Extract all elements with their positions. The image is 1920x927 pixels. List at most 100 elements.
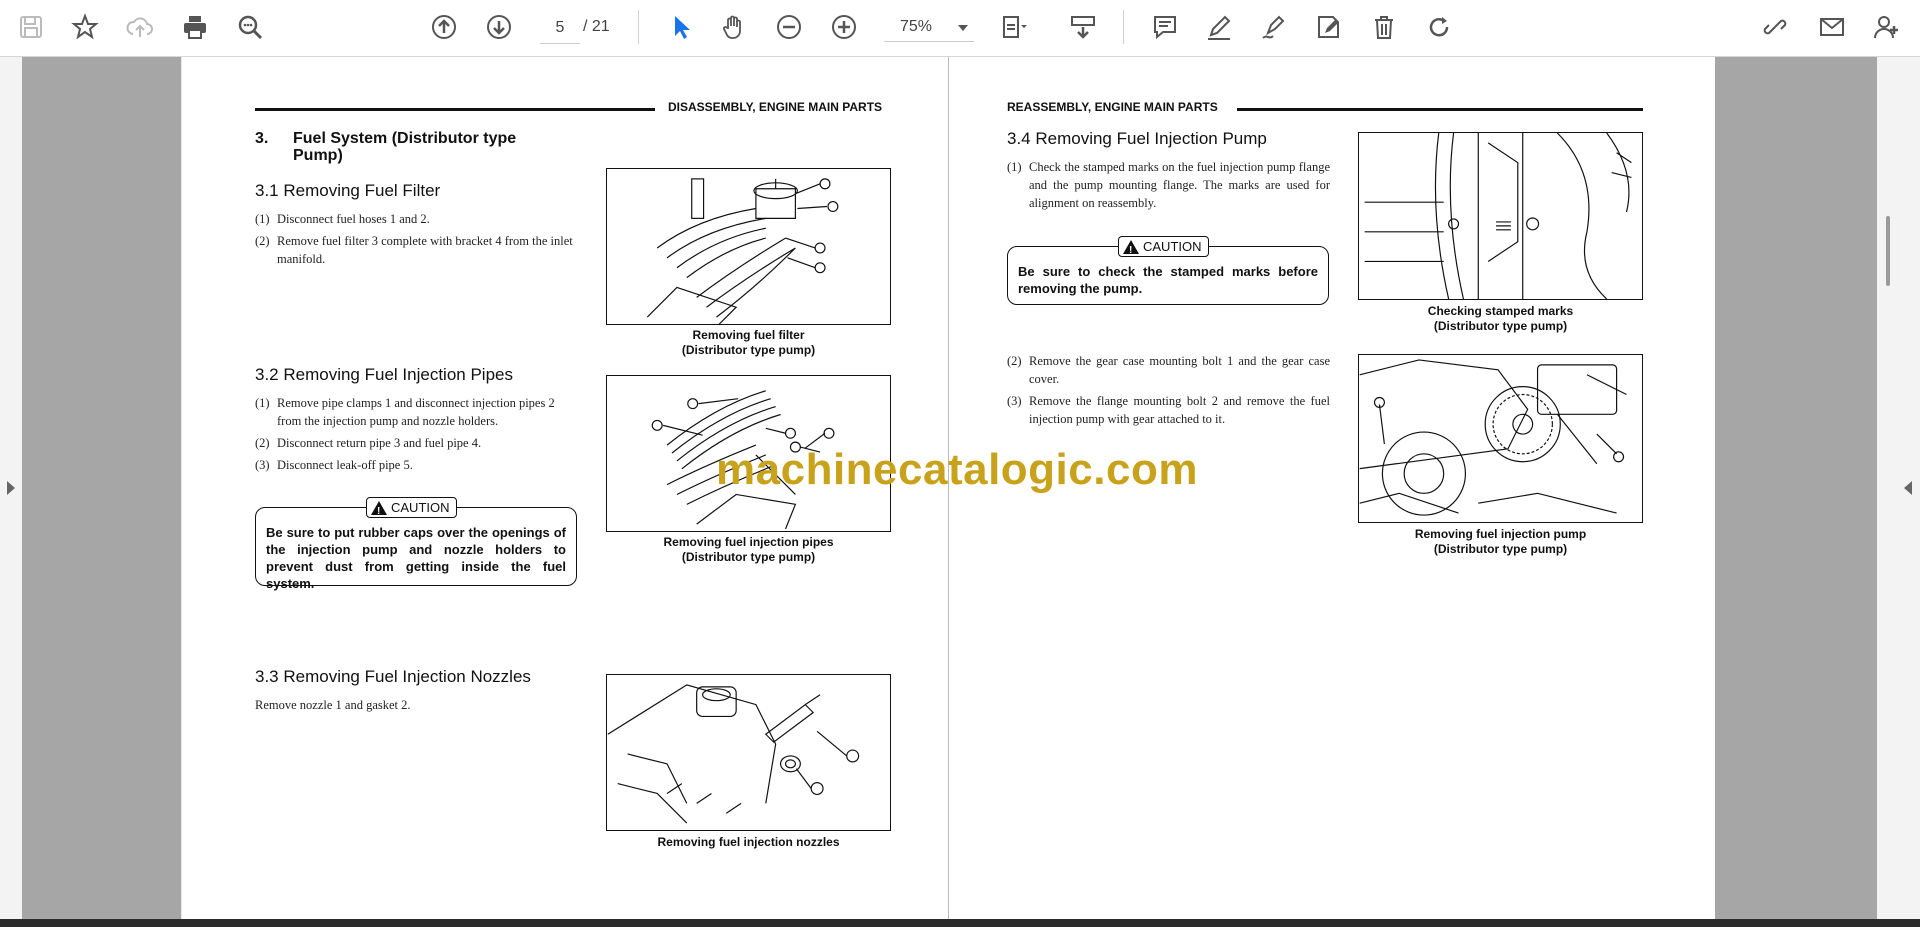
zoom-select[interactable]: 75% <box>884 13 974 42</box>
item-text: Disconnect leak-off pipe 5. <box>277 458 413 472</box>
figure-caption: Removing fuel injection pipes (Distribut… <box>606 535 891 565</box>
item-number: (2) <box>1007 354 1022 368</box>
item-text: Disconnect return pipe 3 and fuel pipe 4… <box>277 436 482 450</box>
steps-list: (1) Disconnect fuel hoses 1 and 2. (2) Rem… <box>255 210 579 272</box>
add-user-icon[interactable] <box>1870 10 1904 44</box>
fill-sign-icon[interactable] <box>1312 10 1346 44</box>
page-fit-icon[interactable] <box>996 10 1030 44</box>
toolbar-separator <box>638 10 639 44</box>
print-icon[interactable] <box>178 10 212 44</box>
highlight-pen-icon[interactable] <box>1202 10 1236 44</box>
previous-page-icon[interactable] <box>427 10 461 44</box>
item-number: (2) <box>255 234 270 248</box>
item-number: (1) <box>255 396 270 410</box>
injection-nozzle-illustration <box>607 684 860 824</box>
section-title: 3. Fuel System (Distributor type Pump) <box>255 130 595 164</box>
page-header: DISASSEMBLY, ENGINE MAIN PARTS <box>668 100 883 114</box>
section-title-line: Pump) <box>293 147 343 164</box>
save-icon[interactable] <box>14 10 48 44</box>
stamped-marks-illustration <box>1364 133 1632 299</box>
caption-line: Removing fuel injection pipes <box>663 535 834 549</box>
list-item: (2) Remove the gear case mounting bolt 1 … <box>1007 352 1330 388</box>
caption-line: (Distributor type pump) <box>681 343 816 357</box>
steps-list: (1) Check the stamped marks on the fuel i… <box>1007 158 1330 216</box>
status-bar <box>0 919 1920 927</box>
caption-line: Removing fuel injection pump <box>1414 527 1587 541</box>
injection-pump-illustration <box>1359 359 1627 516</box>
figure-stamped-marks <box>1358 132 1643 300</box>
toolbar: / 21 75% <box>0 0 1920 57</box>
caution-text: Be sure to check the stamped marks befor… <box>1018 264 1318 296</box>
caution-text: Be sure to put rubber caps over the open… <box>266 525 566 591</box>
comment-icon[interactable] <box>1148 10 1182 44</box>
share-link-icon[interactable] <box>1758 10 1792 44</box>
fuel-filter-illustration <box>646 178 839 324</box>
list-item: (1) Remove pipe clamps 1 and disconnect i… <box>255 394 579 430</box>
item-text: Remove the gear case mounting bolt 1 and… <box>1029 354 1330 386</box>
caution-tag: CAUTION <box>1118 236 1209 259</box>
caption-line: Checking stamped marks <box>1427 304 1574 318</box>
figure-caption: Removing fuel injection nozzles <box>657 835 840 849</box>
delete-trash-icon[interactable] <box>1367 10 1401 44</box>
figure-fuel-filter <box>606 168 891 325</box>
list-item: (1) Check the stamped marks on the fuel i… <box>1007 158 1330 212</box>
hand-tool-icon[interactable] <box>717 10 751 44</box>
cloud-upload-icon[interactable] <box>123 10 157 44</box>
email-envelope-icon[interactable] <box>1815 10 1849 44</box>
warning-triangle-icon <box>371 500 387 520</box>
subsection-title: 3.3 Removing Fuel Injection Nozzles <box>255 667 531 686</box>
zoom-in-icon[interactable] <box>827 10 861 44</box>
item-number: (1) <box>1007 160 1022 174</box>
expand-left-panel-icon[interactable] <box>7 481 15 495</box>
zoom-search-icon[interactable] <box>233 10 267 44</box>
watermark-text: machinecatalogic.com <box>716 445 1198 494</box>
bookmark-star-icon[interactable] <box>68 10 102 44</box>
rotate-redo-icon[interactable] <box>1422 10 1456 44</box>
item-number: (1) <box>255 212 270 226</box>
page-number-input[interactable] <box>540 13 580 44</box>
subsection-title: 3.4 Removing Fuel Injection Pump <box>1007 129 1267 148</box>
page-total: / 21 <box>583 18 610 35</box>
caption-line: (Distributor type pump) <box>681 550 816 564</box>
select-cursor-icon[interactable] <box>664 10 698 44</box>
expand-right-panel-icon[interactable] <box>1904 481 1912 495</box>
list-item: (3) Remove the flange mounting bolt 2 and… <box>1007 392 1330 428</box>
page-margin-right <box>1715 57 1877 919</box>
header-rule <box>1237 108 1643 111</box>
item-number: (3) <box>255 458 270 472</box>
draw-sign-icon[interactable] <box>1257 10 1291 44</box>
figure-injection-pump <box>1358 354 1643 523</box>
header-rule <box>255 108 655 111</box>
figure-injection-nozzles <box>606 674 891 831</box>
item-text: Remove pipe clamps 1 and disconnect inje… <box>277 396 555 428</box>
page-header: REASSEMBLY, ENGINE MAIN PARTS <box>1007 100 1218 114</box>
item-text: Remove fuel filter 3 complete with brack… <box>277 234 573 266</box>
list-item: (2) Disconnect return pipe 3 and fuel pip… <box>255 434 579 452</box>
scrollbar-thumb[interactable] <box>1886 216 1890 286</box>
figure-caption: Removing fuel filter (Distributor type p… <box>606 328 891 358</box>
page-margin-left <box>22 57 181 919</box>
list-item: (3) Disconnect leak-off pipe 5. <box>255 456 579 474</box>
subsection-title: 3.1 Removing Fuel Filter <box>255 181 441 200</box>
chevron-down-icon <box>958 25 968 31</box>
item-text: Disconnect fuel hoses 1 and 2. <box>277 212 430 226</box>
section-number: 3. <box>255 130 269 147</box>
toolbar-separator <box>1123 10 1124 44</box>
subsection-title: 3.2 Removing Fuel Injection Pipes <box>255 365 513 384</box>
right-panel-toggle[interactable] <box>1877 57 1920 919</box>
section-title-line: Fuel System (Distributor type <box>293 130 517 147</box>
caution-box: CAUTION Be sure to put rubber caps over … <box>255 497 577 591</box>
figure-caption: Removing fuel injection pump (Distributo… <box>1358 527 1643 557</box>
caption-line: (Distributor type pump) <box>1433 319 1568 333</box>
zoom-out-icon[interactable] <box>772 10 806 44</box>
caution-box: CAUTION Be sure to check the stamped mar… <box>1007 236 1329 305</box>
scroll-mode-icon[interactable] <box>1066 10 1100 44</box>
item-number: (3) <box>1007 394 1022 408</box>
list-item: (2) Remove fuel filter 3 complete with br… <box>255 232 579 268</box>
caution-label: CAUTION <box>1143 239 1202 254</box>
caution-label: CAUTION <box>391 500 450 515</box>
caption-line: (Distributor type pump) <box>1433 542 1568 556</box>
item-text: Check the stamped marks on the fuel inje… <box>1029 160 1330 210</box>
zoom-value: 75% <box>900 18 933 35</box>
next-page-icon[interactable] <box>482 10 516 44</box>
